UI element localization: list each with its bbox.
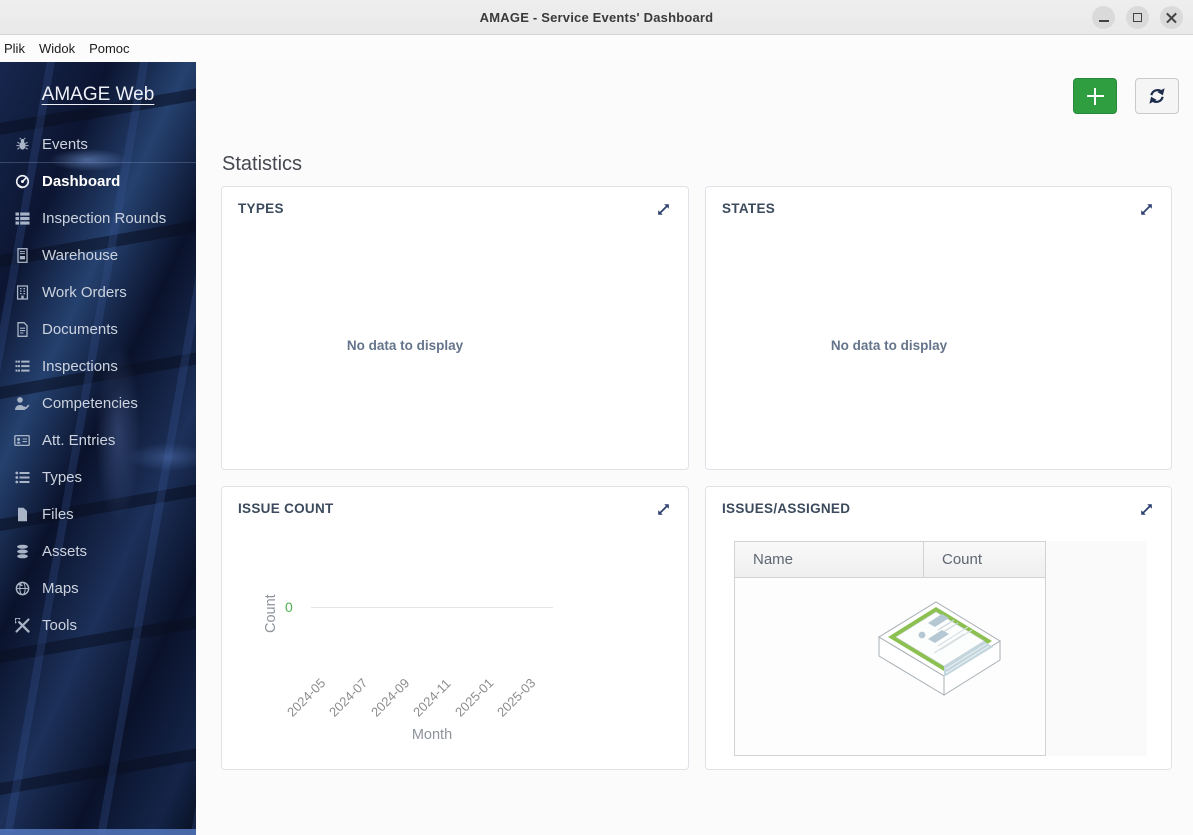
card-issue-count: ISSUE COUNT Count 0 2024-05 2024-07 2024- — [221, 486, 689, 770]
expand-icon[interactable] — [1138, 201, 1155, 218]
issues-table: Name Count — [734, 541, 1046, 756]
titlebar: AMAGE - Service Events' Dashboard — [0, 0, 1193, 35]
menu-item[interactable]: Widok — [39, 41, 75, 56]
card-issues-assigned: ISSUES/ASSIGNED Name Count — [705, 486, 1172, 770]
list-icon — [13, 470, 31, 485]
x-axis-tick: 2025-01 — [452, 675, 497, 720]
dashboard-cards: TYPES No data to display STATES No data … — [221, 186, 1172, 770]
card-title: ISSUES/ASSIGNED — [722, 501, 851, 516]
issue-count-chart: Count 0 2024-05 2024-07 2024-09 2024-11 2025… — [222, 487, 688, 769]
expand-icon[interactable] — [655, 201, 672, 218]
minimize-button[interactable] — [1092, 6, 1115, 29]
x-axis-tick: 2024-11 — [410, 675, 454, 720]
x-axis-tick: 2025-03 — [494, 675, 539, 720]
sidebar-item-warehouse[interactable]: Warehouse — [0, 237, 196, 274]
toolbar — [1073, 78, 1179, 114]
menubar: Plik Widok Pomoc — [0, 35, 1193, 62]
x-axis-tick: 2024-07 — [326, 675, 371, 720]
card-types: TYPES No data to display — [221, 186, 689, 470]
window-title: AMAGE - Service Events' Dashboard — [479, 9, 714, 25]
tools-icon — [13, 618, 31, 633]
refresh-button[interactable] — [1135, 78, 1179, 114]
sidebar-item-files[interactable]: Files — [0, 496, 196, 533]
sidebar-item-competencies[interactable]: Competencies — [0, 385, 196, 422]
column-header-name[interactable]: Name — [735, 542, 924, 577]
empty-state-text: No data to display — [830, 338, 948, 353]
close-button[interactable] — [1160, 6, 1183, 29]
sidebar-item-types[interactable]: Types — [0, 459, 196, 496]
empty-state-text: No data to display — [346, 338, 464, 353]
maximize-button[interactable] — [1126, 6, 1149, 29]
rows-icon — [13, 211, 31, 226]
page-title: Statistics — [222, 153, 303, 175]
expand-icon[interactable] — [1138, 501, 1155, 518]
sidebar-item-dashboard[interactable]: Dashboard — [0, 163, 196, 200]
sidebar: AMAGE Web Events Dashboard Inspection Ro… — [0, 62, 196, 835]
card-states: STATES No data to display — [705, 186, 1172, 470]
app-logo-link[interactable]: AMAGE Web — [0, 84, 196, 106]
tasks-icon — [13, 359, 31, 374]
sidebar-item-inspections[interactable]: Inspections — [0, 348, 196, 385]
issues-grid-widget: Name Count — [734, 541, 1147, 756]
card-title: STATES — [722, 201, 776, 216]
x-axis-tick: 2024-05 — [284, 675, 329, 720]
table-header-row: Name Count — [735, 542, 1045, 578]
id-card-icon — [13, 433, 31, 448]
sidebar-item-documents[interactable]: Documents — [0, 311, 196, 348]
bug-icon — [13, 137, 31, 152]
empty-tray-illustration — [876, 596, 1003, 696]
x-axis-tick: 2024-09 — [368, 675, 413, 720]
x-axis-label: Month — [411, 727, 453, 743]
add-button[interactable] — [1073, 78, 1117, 114]
close-icon — [1166, 12, 1178, 24]
user-check-icon — [13, 396, 31, 411]
menu-item[interactable]: Pomoc — [89, 41, 129, 56]
gauge-icon — [13, 174, 31, 189]
file-icon — [13, 507, 31, 522]
sidebar-item-work-orders[interactable]: Work Orders — [0, 274, 196, 311]
card-title: TYPES — [238, 201, 284, 216]
sidebar-item-events[interactable]: Events — [0, 126, 196, 163]
maximize-icon — [1133, 13, 1142, 22]
sidebar-nav: Events Dashboard Inspection Rounds Wareh… — [0, 126, 196, 644]
minimize-icon — [1098, 20, 1109, 22]
column-header-count[interactable]: Count — [924, 542, 1045, 577]
sidebar-item-att-entries[interactable]: Att. Entries — [0, 422, 196, 459]
sidebar-item-assets[interactable]: Assets — [0, 533, 196, 570]
globe-icon — [13, 581, 31, 596]
building-icon — [13, 285, 31, 300]
window-controls — [1092, 6, 1183, 29]
database-icon — [13, 544, 31, 559]
sidebar-item-tools[interactable]: Tools — [0, 607, 196, 644]
main-content: Statistics TYPES No data to display STAT… — [196, 62, 1193, 835]
menu-item[interactable]: Plik — [4, 41, 25, 56]
sidebar-item-inspection-rounds[interactable]: Inspection Rounds — [0, 200, 196, 237]
refresh-icon — [1147, 87, 1167, 105]
invoice-icon — [13, 248, 31, 263]
sidebar-item-maps[interactable]: Maps — [0, 570, 196, 607]
plus-icon — [1086, 87, 1104, 105]
document-icon — [13, 322, 31, 337]
